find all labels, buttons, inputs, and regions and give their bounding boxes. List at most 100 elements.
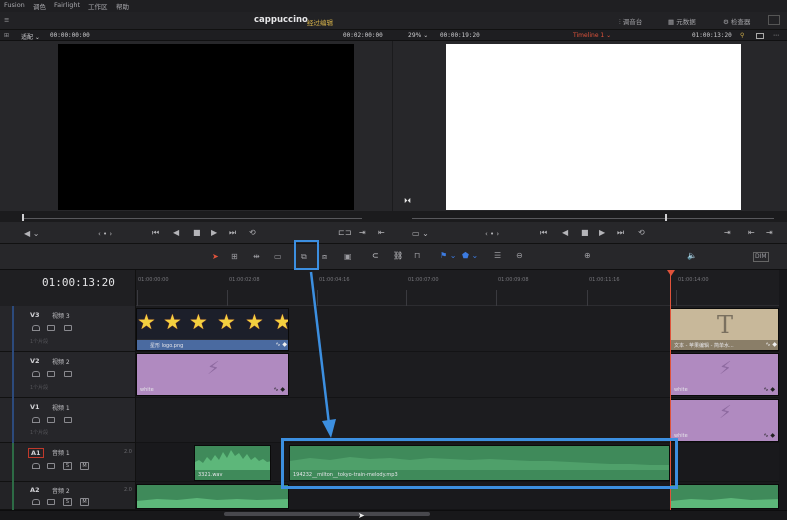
- timeline-scrubber[interactable]: [412, 218, 774, 219]
- timeline-mark-in-icon[interactable]: ⇥: [724, 229, 731, 237]
- selection-tool-icon[interactable]: ➤: [212, 253, 219, 261]
- marker-icon[interactable]: ⬟ ⌄: [462, 252, 478, 260]
- source-viewer-screen[interactable]: [58, 44, 354, 210]
- auto-select-icon[interactable]: [47, 325, 55, 331]
- snapping-icon[interactable]: ⊂: [372, 252, 379, 260]
- mute-button[interactable]: M: [80, 498, 89, 506]
- menu-help[interactable]: 帮助: [116, 1, 129, 11]
- source-stop-icon[interactable]: ■: [193, 229, 201, 237]
- zoom-in-icon[interactable]: ⊕: [584, 252, 591, 260]
- timeline-viewer-screen[interactable]: [446, 44, 741, 210]
- dim-button[interactable]: DIM: [753, 252, 769, 262]
- track-enable-icon[interactable]: [64, 371, 72, 377]
- trim-tool-icon[interactable]: ⊞: [231, 253, 238, 261]
- lock-icon[interactable]: [32, 371, 40, 377]
- menu-color[interactable]: 调色: [33, 1, 46, 11]
- source-mark-in-icon[interactable]: ⇥: [359, 229, 366, 237]
- source-zoom-select[interactable]: 适配 ⌄: [21, 32, 40, 41]
- timeline-reverse-icon[interactable]: ◀: [562, 229, 568, 237]
- timeline-ruler[interactable]: [136, 270, 787, 306]
- source-play-icon[interactable]: ▶: [211, 229, 217, 237]
- expand-icon[interactable]: [768, 15, 780, 25]
- linked-selection-icon[interactable]: ⛓: [393, 252, 403, 260]
- audio-clip-a2-right[interactable]: [670, 484, 779, 509]
- overwrite-clip-icon[interactable]: ⧈: [322, 253, 327, 261]
- lock-icon[interactable]: [32, 463, 40, 469]
- auto-select-icon[interactable]: [47, 499, 55, 505]
- lock-icon[interactable]: [32, 499, 40, 505]
- track-header-v1[interactable]: V1 视频 1 1个片段: [0, 398, 136, 443]
- track-header-a2[interactable]: A2 音频 2 2.0 S M: [0, 482, 136, 510]
- timeline-stop-icon[interactable]: ■: [581, 229, 589, 237]
- ruler-tick: [676, 290, 677, 306]
- timeline-playhead[interactable]: [665, 214, 667, 221]
- inspector-button[interactable]: ⚙ 检查器: [723, 16, 750, 26]
- audio-clip-3321[interactable]: 3321.wav: [194, 445, 271, 481]
- menu-fairlight[interactable]: Fairlight: [54, 1, 80, 9]
- timeline-loop-icon[interactable]: ⟲: [638, 229, 645, 237]
- solo-button[interactable]: S: [63, 462, 72, 470]
- auto-select-icon[interactable]: [47, 371, 55, 377]
- zoom-out-icon[interactable]: ⊖: [516, 252, 523, 260]
- track-clip-count: 1个片段: [30, 339, 49, 345]
- volume-icon[interactable]: 🔈: [687, 252, 697, 260]
- color-picker-icon[interactable]: ⚲: [740, 32, 744, 39]
- source-go-to-end-icon[interactable]: ⏭: [229, 229, 236, 237]
- viewer-options-icon[interactable]: ⋯: [773, 32, 779, 39]
- source-playhead[interactable]: [22, 214, 24, 221]
- title-bar: ≡ cappuccino 经过编辑 ⫶ 调音台 ▦ 元数据 ⚙ 检查器: [0, 12, 787, 30]
- timeline-zoom-select[interactable]: 29% ⌄: [408, 32, 428, 39]
- timeline-go-to-start-icon[interactable]: ⏮: [540, 229, 547, 237]
- metadata-button[interactable]: ▦ 元数据: [668, 16, 696, 26]
- source-audio-icon[interactable]: ◀ ⌄: [24, 230, 39, 238]
- match-frame-icon[interactable]: ⏵⏴: [404, 197, 411, 205]
- timeline-playhead-marker[interactable]: [667, 270, 675, 276]
- track-header-v2[interactable]: V2 视频 2 1个片段: [0, 352, 136, 398]
- lock-icon[interactable]: [32, 417, 40, 423]
- white-clip-v2-left[interactable]: ⚡ white ∿ ◆: [136, 353, 289, 396]
- dynamic-trim-icon[interactable]: ⇹: [253, 253, 260, 261]
- flag-icon[interactable]: ⚑ ⌄: [440, 252, 456, 260]
- timeline-jog-control[interactable]: ‹ • ›: [485, 230, 499, 238]
- mute-button[interactable]: M: [80, 462, 89, 470]
- source-go-to-start-icon[interactable]: ⏮: [152, 229, 159, 237]
- source-mark-out-icon[interactable]: ⇤: [378, 229, 385, 237]
- replace-clip-icon[interactable]: ▣: [344, 253, 352, 261]
- timeline-horizontal-scrollbar[interactable]: [224, 512, 430, 516]
- timeline-vertical-scrollbar[interactable]: [779, 270, 787, 510]
- source-viewer-menu-icon[interactable]: ⊞: [4, 32, 9, 39]
- auto-select-icon[interactable]: [47, 463, 55, 469]
- track-enable-icon[interactable]: [64, 417, 72, 423]
- source-scrubber[interactable]: [22, 218, 362, 219]
- source-jog-control[interactable]: ‹ • ›: [98, 230, 112, 238]
- mixer-label: 调音台: [622, 18, 643, 26]
- auto-select-icon[interactable]: [47, 417, 55, 423]
- source-reverse-icon[interactable]: ◀: [173, 229, 179, 237]
- text-title-clip[interactable]: T 文本 - 苹果编辑 - 简单水... ∿ ◆: [670, 308, 779, 351]
- full-extent-zoom-icon[interactable]: ☰: [494, 252, 501, 260]
- white-clip-v1[interactable]: ⚡ white ∿ ◆: [670, 399, 779, 442]
- track-header-a1[interactable]: A1 音频 1 2.0 S M: [0, 443, 136, 482]
- source-mark-clip-icon[interactable]: ⊏⊐: [338, 229, 351, 237]
- track-header-v3[interactable]: V3 视频 3 1个片段: [0, 306, 136, 352]
- mixer-button[interactable]: ⫶ 调音台: [619, 16, 642, 27]
- blade-tool-icon[interactable]: ▭: [274, 253, 282, 261]
- menu-fusion-partial[interactable]: ≡: [4, 16, 9, 24]
- stars-logo-clip[interactable]: ★ ★ ★ ★ ★ ★ 星形 logo.png ∿ ◆: [136, 308, 289, 351]
- position-lock-icon[interactable]: ⊓: [414, 252, 420, 260]
- timeline-go-to-end-icon[interactable]: ⏭: [617, 229, 624, 237]
- solo-button[interactable]: S: [63, 498, 72, 506]
- timeline-mark-out-icon[interactable]: ⇤: [748, 229, 755, 237]
- menu-workspace[interactable]: 工作区: [88, 1, 108, 11]
- source-loop-icon[interactable]: ⟲: [249, 229, 256, 237]
- timeline-end-icon[interactable]: ⇥: [766, 229, 773, 237]
- timeline-play-icon[interactable]: ▶: [599, 229, 605, 237]
- track-enable-icon[interactable]: [64, 325, 72, 331]
- menu-fusion[interactable]: Fusion: [4, 1, 25, 9]
- timeline-name-select[interactable]: Timeline 1 ⌄: [573, 32, 611, 39]
- audio-clip-a2-left[interactable]: [136, 484, 289, 509]
- viewer-mode-icon[interactable]: [756, 32, 764, 39]
- white-clip-v2-right[interactable]: ⚡ white ∿ ◆: [670, 353, 779, 396]
- timeline-crop-icon[interactable]: ▭ ⌄: [412, 230, 429, 238]
- lock-icon[interactable]: [32, 325, 40, 331]
